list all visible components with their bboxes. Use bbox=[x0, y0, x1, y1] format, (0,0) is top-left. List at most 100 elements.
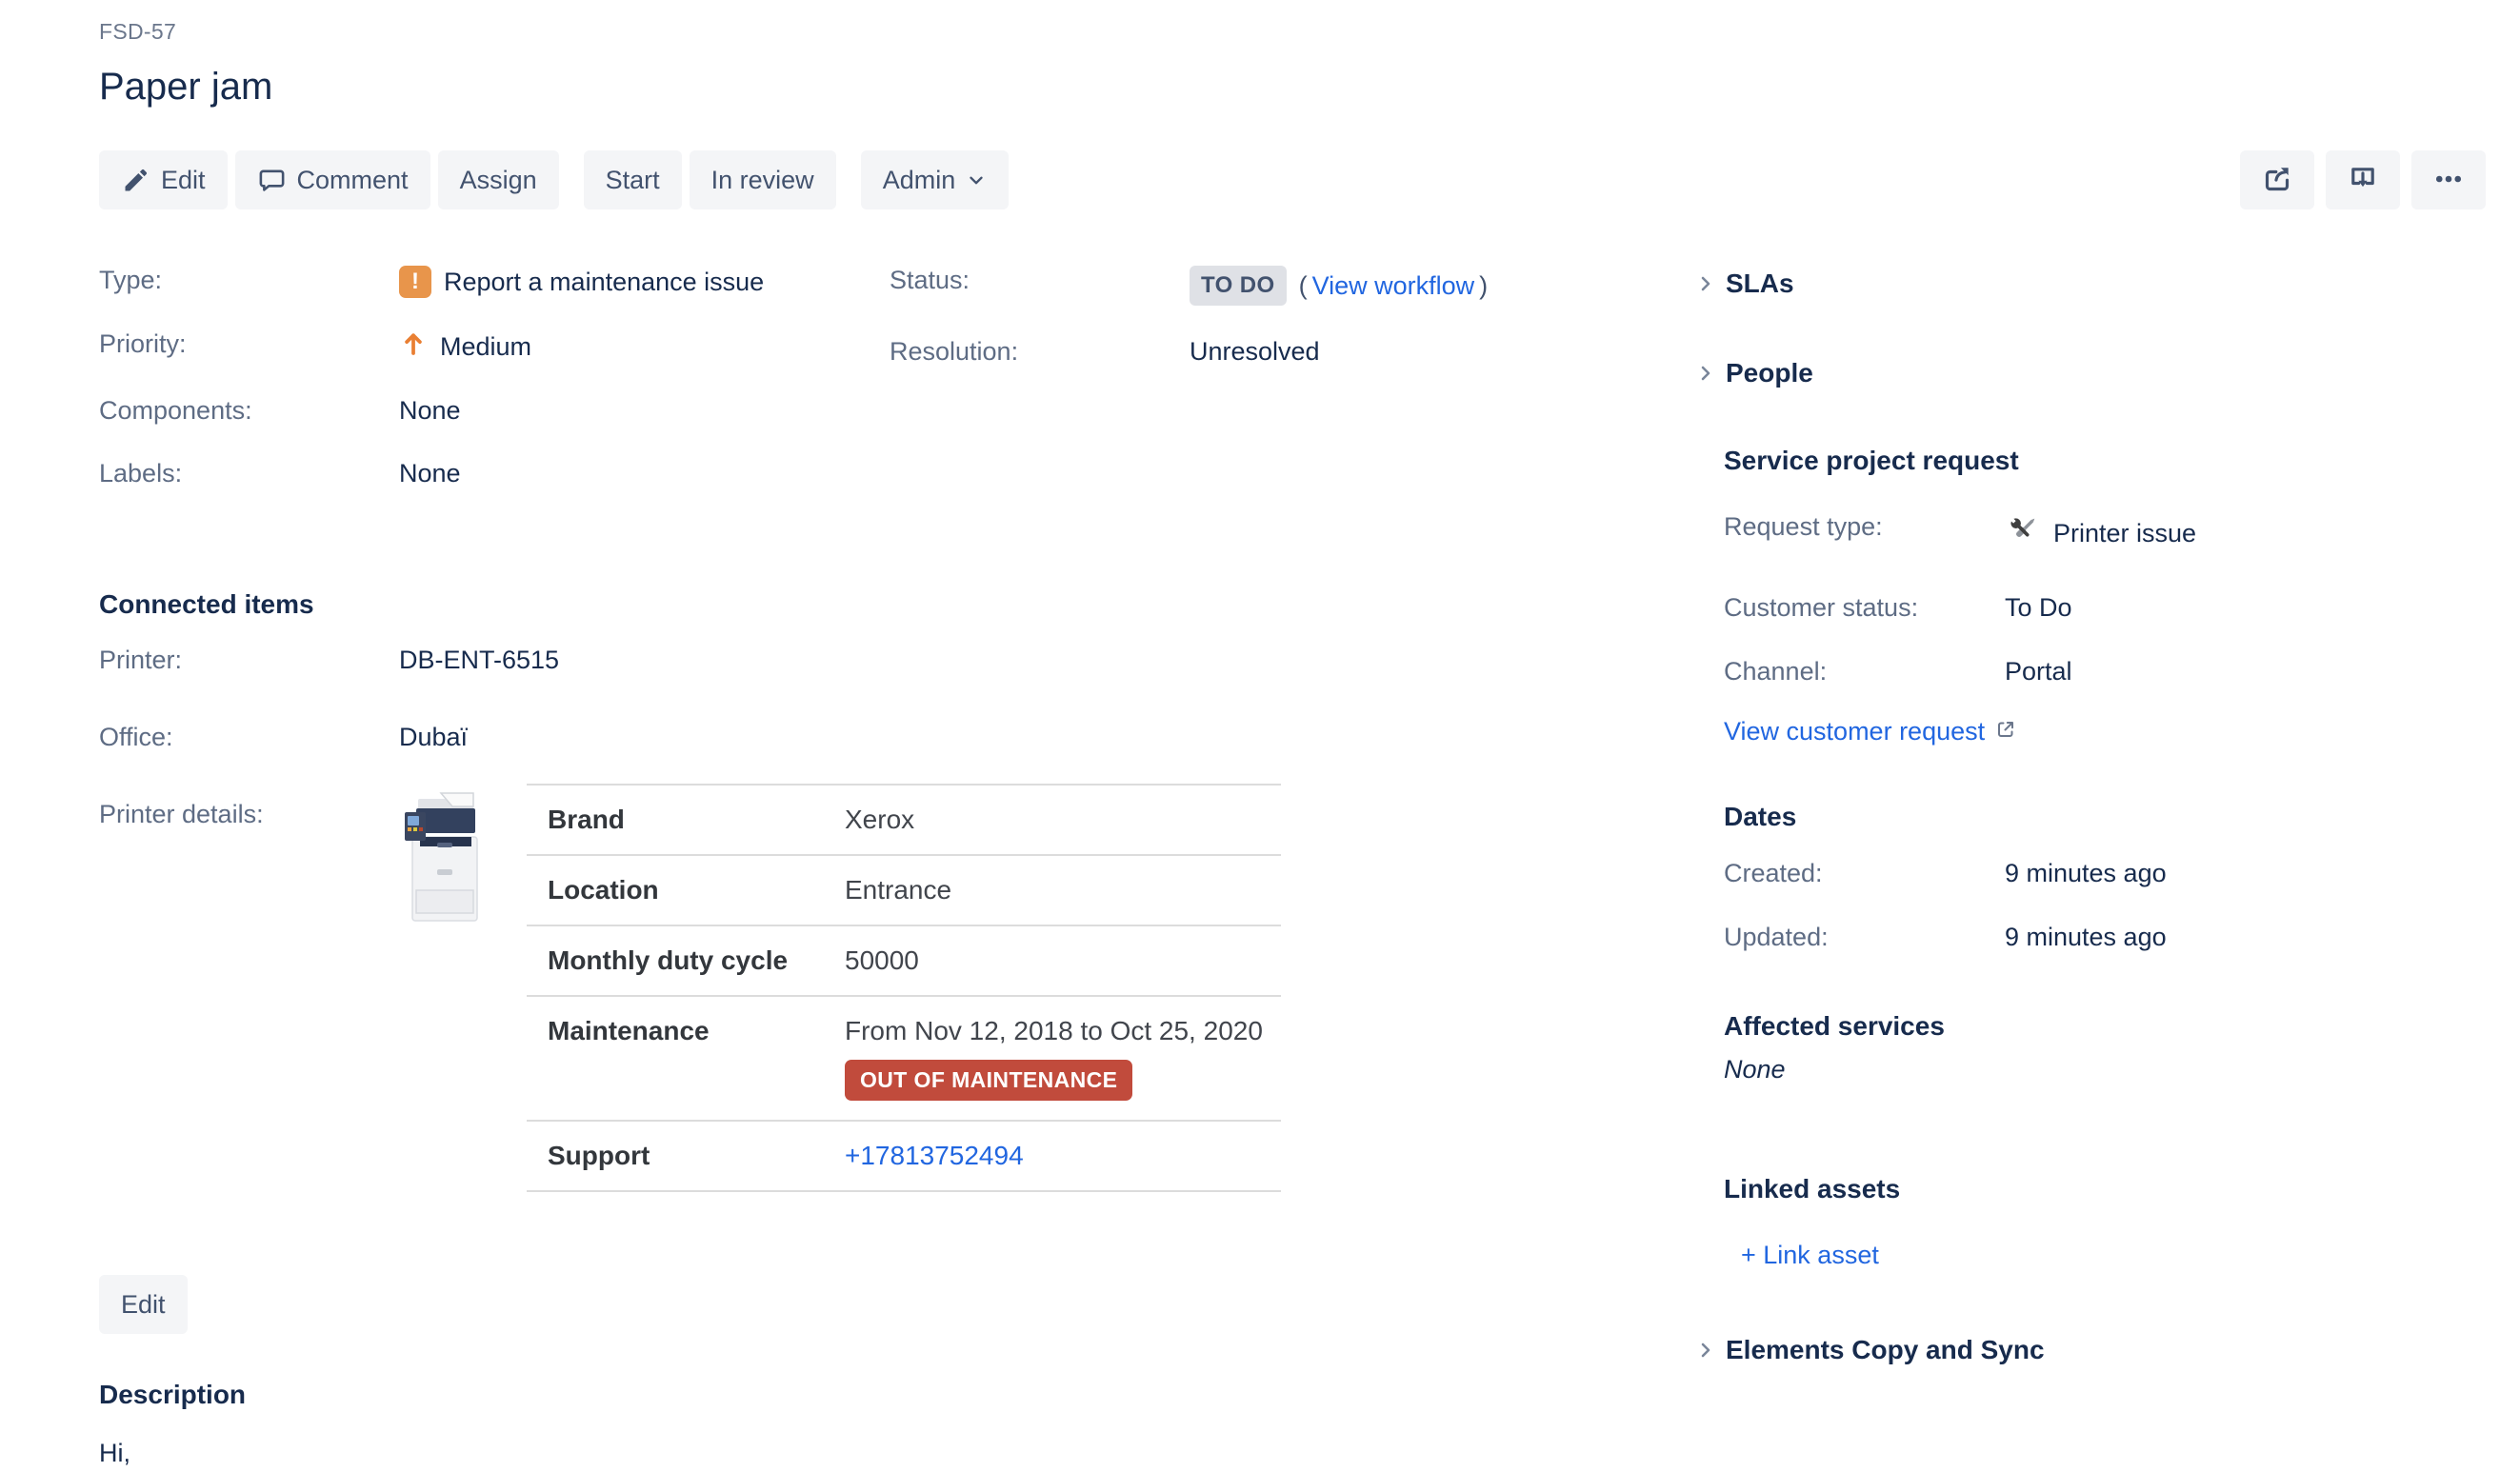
field-components: Components: None bbox=[99, 393, 890, 428]
office-label: Office: bbox=[99, 720, 399, 752]
export-icon bbox=[2346, 162, 2380, 199]
table-row-duty-cycle: Monthly duty cycle 50000 bbox=[527, 926, 1281, 997]
issue-details-panel: Type: ! Report a maintenance issue Prior… bbox=[99, 263, 1604, 1472]
external-link-icon bbox=[1994, 718, 2017, 746]
link-asset-button[interactable]: + Link asset bbox=[1741, 1241, 1879, 1270]
page-title: Paper jam bbox=[99, 66, 2486, 109]
slas-heading: SLAs bbox=[1726, 269, 1794, 299]
resolution-label: Resolution: bbox=[890, 334, 1190, 367]
table-row-location: Location Entrance bbox=[527, 856, 1281, 926]
office-value: Dubaï bbox=[399, 720, 468, 752]
status-label: Status: bbox=[890, 263, 1190, 295]
components-value: None bbox=[399, 393, 461, 426]
toolbar: Edit Comment Assign Start In review Admi… bbox=[99, 150, 2486, 209]
start-button-label: Start bbox=[606, 166, 660, 195]
created-label: Created: bbox=[1724, 859, 2005, 888]
created-value: 9 minutes ago bbox=[2005, 859, 2167, 888]
view-customer-request-link[interactable]: View customer request bbox=[1724, 717, 1985, 746]
location-label: Location bbox=[548, 875, 845, 905]
printer-details-label: Printer details: bbox=[99, 797, 399, 829]
customer-status-label: Customer status: bbox=[1724, 593, 2005, 623]
field-office: Office: Dubaï bbox=[99, 720, 1604, 754]
admin-menu-button[interactable]: Admin bbox=[861, 150, 1010, 209]
elements-copy-sync-toggle[interactable]: Elements Copy and Sync bbox=[1694, 1335, 2486, 1365]
labels-label: Labels: bbox=[99, 456, 399, 488]
support-phone-link[interactable]: +17813752494 bbox=[845, 1141, 1024, 1170]
out-of-maintenance-badge: OUT OF MAINTENANCE bbox=[845, 1060, 1132, 1101]
field-priority: Priority: Medium bbox=[99, 327, 890, 365]
edit-description-button[interactable]: Edit bbox=[99, 1275, 188, 1334]
customer-status-value: To Do bbox=[2005, 593, 2072, 623]
field-customer-status: Customer status: To Do bbox=[1724, 593, 2486, 623]
support-label: Support bbox=[548, 1141, 845, 1171]
field-resolution: Resolution: Unresolved bbox=[890, 334, 1604, 368]
resolution-value: Unresolved bbox=[1190, 334, 1320, 367]
components-label: Components: bbox=[99, 393, 399, 426]
description-heading: Description bbox=[99, 1380, 1604, 1410]
type-label: Type: bbox=[99, 263, 399, 295]
more-actions-button[interactable] bbox=[2411, 150, 2486, 209]
location-value: Entrance bbox=[845, 875, 951, 905]
slas-section-toggle[interactable]: SLAs bbox=[1694, 269, 2486, 299]
chevron-right-icon bbox=[1694, 1339, 1717, 1362]
in-review-button-label: In review bbox=[711, 166, 814, 195]
people-heading: People bbox=[1726, 358, 1813, 388]
toolbar-right-actions bbox=[2240, 150, 2486, 209]
table-row-brand: Brand Xerox bbox=[527, 786, 1281, 856]
pencil-icon bbox=[121, 166, 150, 195]
field-labels: Labels: None bbox=[99, 456, 890, 490]
duty-cycle-label: Monthly duty cycle bbox=[548, 945, 845, 976]
affected-services-value: None bbox=[1724, 1055, 2486, 1084]
view-workflow-link[interactable]: View workflow bbox=[1312, 271, 1475, 301]
chevron-right-icon bbox=[1694, 362, 1717, 385]
maintenance-label: Maintenance bbox=[548, 1016, 845, 1101]
elements-copy-sync-heading: Elements Copy and Sync bbox=[1726, 1335, 2045, 1365]
printer-attributes-table: Brand Xerox Location Entrance Monthly du… bbox=[527, 784, 1281, 1192]
labels-value: None bbox=[399, 456, 461, 488]
request-type-value: Printer issue bbox=[2053, 519, 2196, 548]
people-section-toggle[interactable]: People bbox=[1694, 358, 2486, 388]
edit-button-label: Edit bbox=[161, 166, 206, 195]
field-printer-details: Printer details: bbox=[99, 797, 1604, 1192]
start-transition-button[interactable]: Start bbox=[584, 150, 682, 209]
chevron-down-icon bbox=[966, 169, 987, 190]
linked-assets-heading: Linked assets bbox=[1724, 1174, 2486, 1204]
field-request-type: Request type: bbox=[1724, 512, 2486, 555]
comment-button[interactable]: Comment bbox=[235, 150, 430, 209]
workflow-paren-close: ) bbox=[1479, 271, 1488, 301]
priority-value: Medium bbox=[440, 332, 531, 362]
assign-button-label: Assign bbox=[460, 166, 537, 195]
share-icon bbox=[2260, 162, 2294, 199]
printer-photo bbox=[399, 784, 490, 933]
maintenance-issue-type-icon: ! bbox=[399, 266, 431, 298]
request-type-label: Request type: bbox=[1724, 512, 2005, 542]
assign-button[interactable]: Assign bbox=[438, 150, 559, 209]
field-printer: Printer: DB-ENT-6515 bbox=[99, 643, 1604, 677]
export-button[interactable] bbox=[2326, 150, 2400, 209]
connected-items-heading: Connected items bbox=[99, 589, 1604, 620]
channel-value: Portal bbox=[2005, 657, 2072, 686]
edit-button[interactable]: Edit bbox=[99, 150, 228, 209]
admin-button-label: Admin bbox=[883, 166, 956, 195]
brand-value: Xerox bbox=[845, 805, 914, 835]
field-status: Status: TO DO (View workflow) bbox=[890, 263, 1604, 306]
comment-icon bbox=[257, 166, 287, 195]
updated-label: Updated: bbox=[1724, 923, 2005, 952]
field-type: Type: ! Report a maintenance issue bbox=[99, 263, 890, 298]
field-updated: Updated: 9 minutes ago bbox=[1724, 923, 2486, 952]
printer-label: Printer: bbox=[99, 643, 399, 675]
table-row-support: Support +17813752494 bbox=[527, 1122, 1281, 1192]
dates-heading: Dates bbox=[1724, 802, 2486, 832]
priority-label: Priority: bbox=[99, 327, 399, 359]
chevron-right-icon bbox=[1694, 272, 1717, 295]
updated-value: 9 minutes ago bbox=[2005, 923, 2167, 952]
in-review-transition-button[interactable]: In review bbox=[690, 150, 836, 209]
issue-view: FSD-57 Paper jam Edit Comment Assign Sta… bbox=[0, 0, 2520, 1472]
description-line: Hi, bbox=[99, 1439, 1604, 1468]
share-button[interactable] bbox=[2240, 150, 2314, 209]
field-channel: Channel: Portal bbox=[1724, 657, 2486, 686]
comment-button-label: Comment bbox=[297, 166, 409, 195]
ellipsis-icon bbox=[2431, 162, 2466, 199]
breadcrumb[interactable]: FSD-57 bbox=[99, 19, 2486, 45]
printer-value: DB-ENT-6515 bbox=[399, 643, 559, 675]
